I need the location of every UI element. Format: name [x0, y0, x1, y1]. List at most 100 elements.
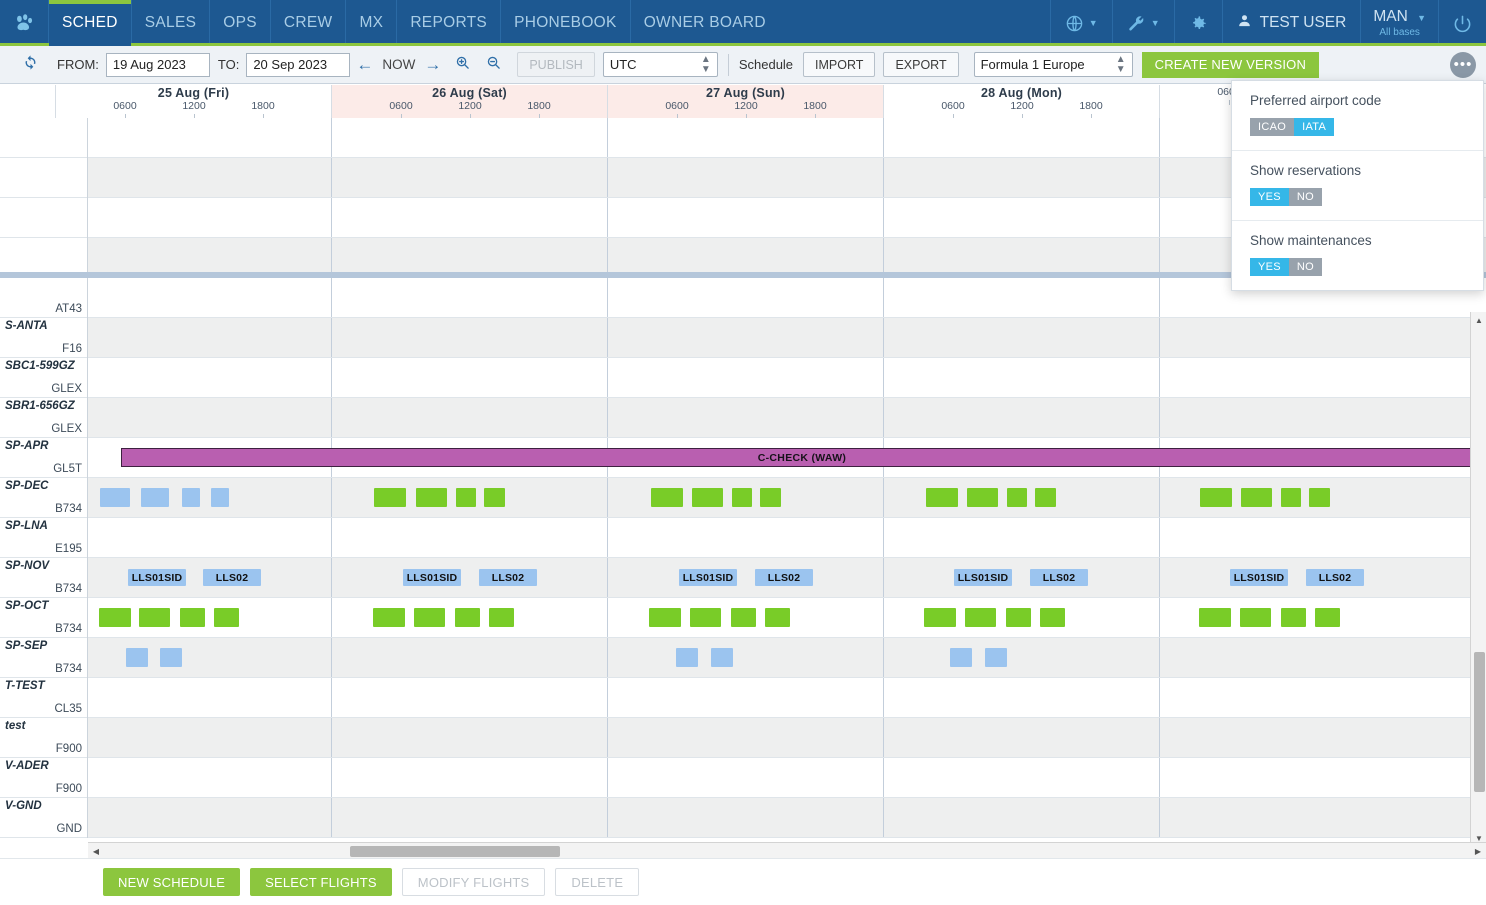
scroll-right-icon[interactable]: ▶: [1470, 843, 1486, 859]
zoom-out-icon[interactable]: [478, 55, 509, 74]
aircraft-row-label[interactable]: S-ANTAF16: [0, 318, 87, 358]
timeline-row[interactable]: [88, 718, 1486, 758]
action-button[interactable]: MODIFY FLIGHTS: [402, 868, 546, 896]
export-button[interactable]: EXPORT: [883, 52, 958, 77]
paw-logo-icon[interactable]: [0, 0, 48, 46]
flight-block[interactable]: [1035, 488, 1056, 507]
flight-block[interactable]: [1007, 488, 1027, 507]
vertical-scrollbar[interactable]: ▲ ▼: [1470, 312, 1486, 846]
flight-block[interactable]: [414, 608, 445, 627]
nav-item-sched[interactable]: SCHED: [48, 0, 131, 46]
nav-item-crew[interactable]: CREW: [270, 0, 346, 46]
nav-item-reports[interactable]: REPORTS: [396, 0, 500, 46]
from-date-input[interactable]: [106, 53, 210, 77]
ellipsis-icon[interactable]: •••: [1450, 52, 1476, 78]
flight-block[interactable]: [1006, 608, 1031, 627]
action-button[interactable]: DELETE: [555, 868, 639, 896]
timeline-row[interactable]: [88, 398, 1486, 438]
aircraft-row-label[interactable]: T-TESTCL35: [0, 678, 87, 718]
aircraft-row-label[interactable]: testF900: [0, 718, 87, 758]
to-date-input[interactable]: [246, 53, 350, 77]
flight-block[interactable]: [711, 648, 733, 667]
vertical-scroll-thumb[interactable]: [1474, 652, 1485, 792]
nav-item-ops[interactable]: OPS: [209, 0, 270, 46]
power-icon[interactable]: [1438, 0, 1486, 46]
flight-block[interactable]: [1040, 608, 1065, 627]
arrow-right-icon[interactable]: →: [418, 55, 447, 75]
flight-block-labeled[interactable]: LLS01SID: [128, 569, 186, 586]
flight-block[interactable]: [182, 488, 200, 507]
nav-item-sales[interactable]: SALES: [131, 0, 209, 46]
create-new-version-button[interactable]: CREATE NEW VERSION: [1142, 52, 1319, 78]
flight-block[interactable]: [1281, 608, 1306, 627]
flight-block[interactable]: [985, 648, 1007, 667]
aircraft-row-label[interactable]: SP-NOVB734: [0, 558, 87, 598]
nav-item-phonebook[interactable]: PHONEBOOK: [500, 0, 630, 46]
flight-block[interactable]: [1309, 488, 1330, 507]
horizontal-scrollbar[interactable]: ◀ ▶: [88, 842, 1486, 858]
flight-block-labeled[interactable]: LLS02: [1306, 569, 1364, 586]
flight-block[interactable]: [692, 488, 723, 507]
aircraft-row-label[interactable]: SP-DECB734: [0, 478, 87, 518]
flight-block[interactable]: [100, 488, 130, 507]
timeline-row[interactable]: C-CHECK (WAW): [88, 438, 1486, 478]
action-button[interactable]: NEW SCHEDULE: [103, 868, 240, 896]
scroll-left-icon[interactable]: ◀: [88, 843, 104, 859]
flight-block[interactable]: [141, 488, 169, 507]
aircraft-row-label[interactable]: SP-APRGL5T: [0, 438, 87, 478]
aircraft-row-label[interactable]: SBR1-656GZGLEX: [0, 398, 87, 438]
aircraft-row-label[interactable]: V-ADERF900: [0, 758, 87, 798]
flight-block-labeled[interactable]: LLS02: [479, 569, 537, 586]
flight-block[interactable]: [160, 648, 182, 667]
user-account-button[interactable]: TEST USER: [1222, 0, 1361, 46]
timeline-row[interactable]: [88, 638, 1486, 678]
aircraft-row-label[interactable]: V-GNDGND: [0, 798, 87, 838]
flight-block[interactable]: [676, 648, 698, 667]
timeline-row[interactable]: [88, 478, 1486, 518]
flight-block[interactable]: [690, 608, 721, 627]
aircraft-row-label[interactable]: SP-OCTB734: [0, 598, 87, 638]
nav-item-mx[interactable]: MX: [345, 0, 396, 46]
flight-block[interactable]: [484, 488, 505, 507]
aircraft-row-label[interactable]: SBC1-599GZGLEX: [0, 358, 87, 398]
settings-toggle-option[interactable]: ICAO: [1250, 118, 1294, 136]
timeline-row[interactable]: [88, 518, 1486, 558]
flight-block[interactable]: [731, 608, 756, 627]
publish-button[interactable]: PUBLISH: [517, 52, 595, 77]
flight-block[interactable]: [765, 608, 790, 627]
flight-block-labeled[interactable]: LLS01SID: [1230, 569, 1288, 586]
flight-block-labeled[interactable]: LLS02: [1030, 569, 1088, 586]
timeline-row[interactable]: [88, 598, 1486, 638]
flight-block[interactable]: [1241, 488, 1272, 507]
flight-block[interactable]: [732, 488, 752, 507]
flight-block[interactable]: [1199, 608, 1231, 627]
settings-toggle-option[interactable]: NO: [1289, 258, 1322, 276]
flight-block[interactable]: [651, 488, 683, 507]
flight-block[interactable]: [924, 608, 956, 627]
flight-block[interactable]: [180, 608, 205, 627]
flight-block[interactable]: [455, 608, 480, 627]
timeline-row[interactable]: LLS01SID LLS02 LLS01SID LLS02 LLS01SID LLS02 L…: [88, 558, 1486, 598]
flight-block-labeled[interactable]: LLS01SID: [679, 569, 737, 586]
timezone-select[interactable]: UTC ▲▼: [603, 52, 718, 77]
zoom-in-icon[interactable]: [447, 55, 478, 74]
refresh-icon[interactable]: [10, 54, 49, 76]
globe-icon[interactable]: ▼: [1050, 0, 1112, 46]
timeline-row[interactable]: [88, 358, 1486, 398]
flight-block[interactable]: [211, 488, 229, 507]
action-button[interactable]: SELECT FLIGHTS: [250, 868, 392, 896]
timeline-row[interactable]: [88, 798, 1486, 838]
gear-icon[interactable]: [1174, 0, 1222, 46]
flight-block[interactable]: [139, 608, 170, 627]
flight-block[interactable]: [1240, 608, 1271, 627]
flight-block[interactable]: [99, 608, 131, 627]
scroll-up-icon[interactable]: ▲: [1471, 312, 1486, 328]
arrow-left-icon[interactable]: ←: [350, 55, 379, 75]
aircraft-row-label[interactable]: SP-SEPB734: [0, 638, 87, 678]
flight-block[interactable]: [456, 488, 476, 507]
flight-block-labeled[interactable]: LLS02: [203, 569, 261, 586]
flight-block[interactable]: [965, 608, 996, 627]
version-select[interactable]: Formula 1 Europe ▲▼: [974, 52, 1133, 77]
flight-block[interactable]: [1315, 608, 1340, 627]
settings-toggle-option[interactable]: IATA: [1294, 118, 1334, 136]
